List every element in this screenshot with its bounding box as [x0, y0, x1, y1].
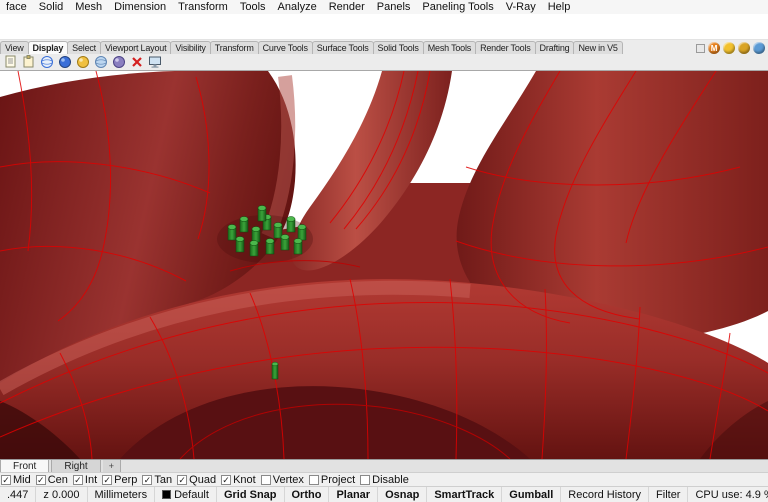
tab-solid-tools[interactable]: Solid Tools	[372, 41, 424, 54]
menu-help[interactable]: Help	[542, 1, 577, 13]
tab-select[interactable]: Select	[67, 41, 101, 54]
tab-view[interactable]: View	[0, 41, 29, 54]
osnap-tan-label: Tan	[154, 473, 173, 486]
menu-transform[interactable]: Transform	[172, 1, 234, 13]
osnap-int-label: Int	[84, 473, 98, 486]
new-viewport-tab-button[interactable]: +	[102, 460, 121, 472]
status-ortho[interactable]: Ortho	[285, 487, 330, 502]
tab-display[interactable]: Display	[27, 41, 69, 54]
paste-display-icon[interactable]	[21, 55, 36, 70]
osnap-tan[interactable]: Tan	[142, 474, 172, 486]
osnap-quad-label: Quad	[189, 473, 217, 486]
viewport-tab-bar: Front Right +	[0, 459, 768, 472]
status-z-coordinate: z 0.000	[36, 487, 88, 502]
osnap-mid-checkbox[interactable]	[1, 474, 11, 485]
osnap-perp-label: Perp	[114, 473, 138, 486]
osnap-project-label: Project	[320, 473, 356, 486]
shaded-display-icon[interactable]	[57, 55, 72, 70]
status-osnap[interactable]: Osnap	[378, 487, 428, 502]
osnap-tan-checkbox[interactable]	[142, 474, 153, 485]
menu-vray[interactable]: V-Ray	[500, 1, 542, 13]
tab-visibility[interactable]: Visibility	[170, 41, 211, 54]
osnap-cen[interactable]: Cen	[35, 473, 68, 486]
osnap-quad[interactable]: Quad	[177, 474, 216, 486]
status-smarttrack[interactable]: SmartTrack	[427, 487, 503, 502]
copy-display-icon[interactable]	[3, 55, 18, 70]
osnap-perp[interactable]: Perp	[102, 474, 137, 486]
menu-solid[interactable]: Solid	[33, 1, 69, 13]
osnap-vertex[interactable]: Vertex	[260, 473, 304, 486]
toolbar-tab-row: View Display Select Viewport Layout Visi…	[0, 40, 768, 54]
tab-curve-tools[interactable]: Curve Tools	[257, 41, 313, 54]
osnap-knot-checkbox[interactable]	[221, 474, 232, 485]
osnap-project-checkbox[interactable]	[308, 474, 319, 485]
viewport-canvas[interactable]	[0, 71, 768, 459]
status-bar: .447 z 0.000 Millimeters Default Grid Sn…	[0, 486, 768, 502]
display-toolbar	[0, 54, 768, 71]
tab-mesh-tools[interactable]: Mesh Tools	[422, 41, 477, 54]
osnap-mid[interactable]: Mid	[1, 474, 31, 486]
status-units[interactable]: Millimeters	[88, 487, 156, 502]
menu-render[interactable]: Render	[323, 1, 371, 13]
osnap-vertex-label: Vertex	[272, 473, 304, 486]
tab-drafting[interactable]: Drafting	[534, 41, 575, 54]
tab-render-tools[interactable]: Render Tools	[475, 41, 536, 54]
osnap-perp-checkbox[interactable]	[102, 474, 113, 485]
osnap-int-checkbox[interactable]	[72, 474, 83, 485]
osnap-knot-label: Knot	[233, 473, 256, 486]
menu-panels[interactable]: Panels	[371, 1, 417, 13]
rendered-display-icon[interactable]	[75, 55, 90, 70]
osnap-project[interactable]: Project	[308, 473, 356, 486]
osnap-int[interactable]: Int	[72, 473, 98, 486]
xray-display-icon[interactable]	[111, 55, 126, 70]
red-x-icon[interactable]	[129, 55, 144, 70]
command-area[interactable]	[0, 14, 768, 40]
monitor-icon[interactable]	[147, 55, 162, 70]
osnap-mid-label: Mid	[13, 473, 31, 486]
menu-surface[interactable]: face	[0, 1, 33, 13]
osnap-cen-checkbox[interactable]	[35, 474, 46, 485]
tab-new-in-v5[interactable]: New in V5	[573, 41, 623, 54]
plugin-yellow-ball-icon[interactable]	[723, 42, 735, 54]
osnap-vertex-checkbox[interactable]	[260, 474, 271, 485]
menu-dimension[interactable]: Dimension	[108, 1, 172, 13]
ghosted-display-icon[interactable]	[93, 55, 108, 70]
menu-analyze[interactable]: Analyze	[272, 1, 323, 13]
status-filter[interactable]: Filter	[649, 487, 689, 502]
status-record-history[interactable]: Record History	[561, 487, 650, 502]
menu-mesh[interactable]: Mesh	[69, 1, 108, 13]
menu-paneling-tools[interactable]: Paneling Tools	[416, 1, 499, 13]
status-cpu-use: CPU use: 4.9 %	[688, 487, 768, 502]
osnap-disable-label: Disable	[372, 473, 409, 486]
viewport-tab-front[interactable]: Front	[0, 460, 50, 472]
status-planar[interactable]: Planar	[329, 487, 379, 502]
status-gumball[interactable]: Gumball	[502, 487, 562, 502]
status-grid-snap[interactable]: Grid Snap	[217, 487, 285, 502]
menu-tools[interactable]: Tools	[234, 1, 272, 13]
osnap-quad-checkbox[interactable]	[177, 474, 188, 485]
wireframe-display-icon[interactable]	[39, 55, 54, 70]
plugin-gold-icon[interactable]	[738, 42, 750, 54]
tab-viewport-layout[interactable]: Viewport Layout	[100, 41, 172, 54]
tab-surface-tools[interactable]: Surface Tools	[311, 41, 374, 54]
status-x-coordinate: .447	[0, 487, 37, 502]
tab-transform[interactable]: Transform	[209, 41, 259, 54]
viewport-tab-right[interactable]: Right	[51, 460, 101, 472]
osnap-disable[interactable]: Disable	[360, 474, 409, 486]
osnap-bar: Mid Cen Int Perp Tan Quad Knot Vertex Pr…	[0, 472, 768, 486]
menu-bar: face Solid Mesh Dimension Transform Tool…	[0, 0, 768, 14]
tab-overflow-icon[interactable]	[696, 43, 705, 53]
plugin-m-icon[interactable]: M	[708, 42, 720, 54]
osnap-knot[interactable]: Knot	[221, 474, 256, 486]
plugin-blue-icon[interactable]	[753, 42, 765, 54]
status-layer[interactable]: Default	[155, 487, 217, 502]
osnap-disable-checkbox[interactable]	[360, 474, 371, 485]
rendered-scene[interactable]	[0, 71, 768, 459]
layer-color-swatch	[162, 490, 172, 499]
osnap-cen-label: Cen	[47, 473, 68, 486]
layer-name: Default	[174, 488, 209, 501]
